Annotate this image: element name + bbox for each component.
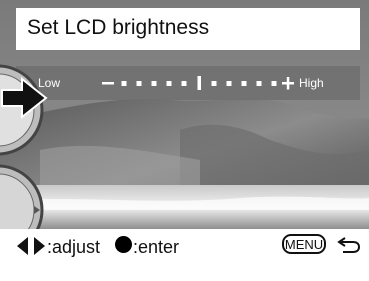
slider-step [241,81,247,86]
brightness-slider[interactable] [102,73,296,93]
slider-plus-icon [286,77,290,90]
right-arrow-icon [1,77,48,119]
slider-step [271,81,277,86]
menu-button[interactable]: MENU [282,234,326,254]
slider-step [211,81,217,86]
adjust-hint-label: :adjust [47,237,101,257]
slider-step [151,81,157,86]
slider-step [181,81,187,86]
camera-lcd-screen: Set LCD brightness Low High :adjust :ent… [0,0,369,281]
left-right-arrows-icon [17,237,45,255]
slider-current-marker [197,76,201,90]
slider-step [256,81,262,86]
enter-hint-label: :enter [133,237,180,257]
slider-step [226,81,232,86]
slider-step [136,81,142,86]
slider-step [121,81,127,86]
slider-step [166,81,172,86]
slider-minus-icon [102,82,114,85]
return-arrow-icon[interactable] [337,235,361,255]
menu-title: Set LCD brightness [27,16,210,39]
slider-high-label: High [299,76,324,90]
filled-circle-icon [115,236,132,253]
menu-button-label: MENU [284,237,324,252]
